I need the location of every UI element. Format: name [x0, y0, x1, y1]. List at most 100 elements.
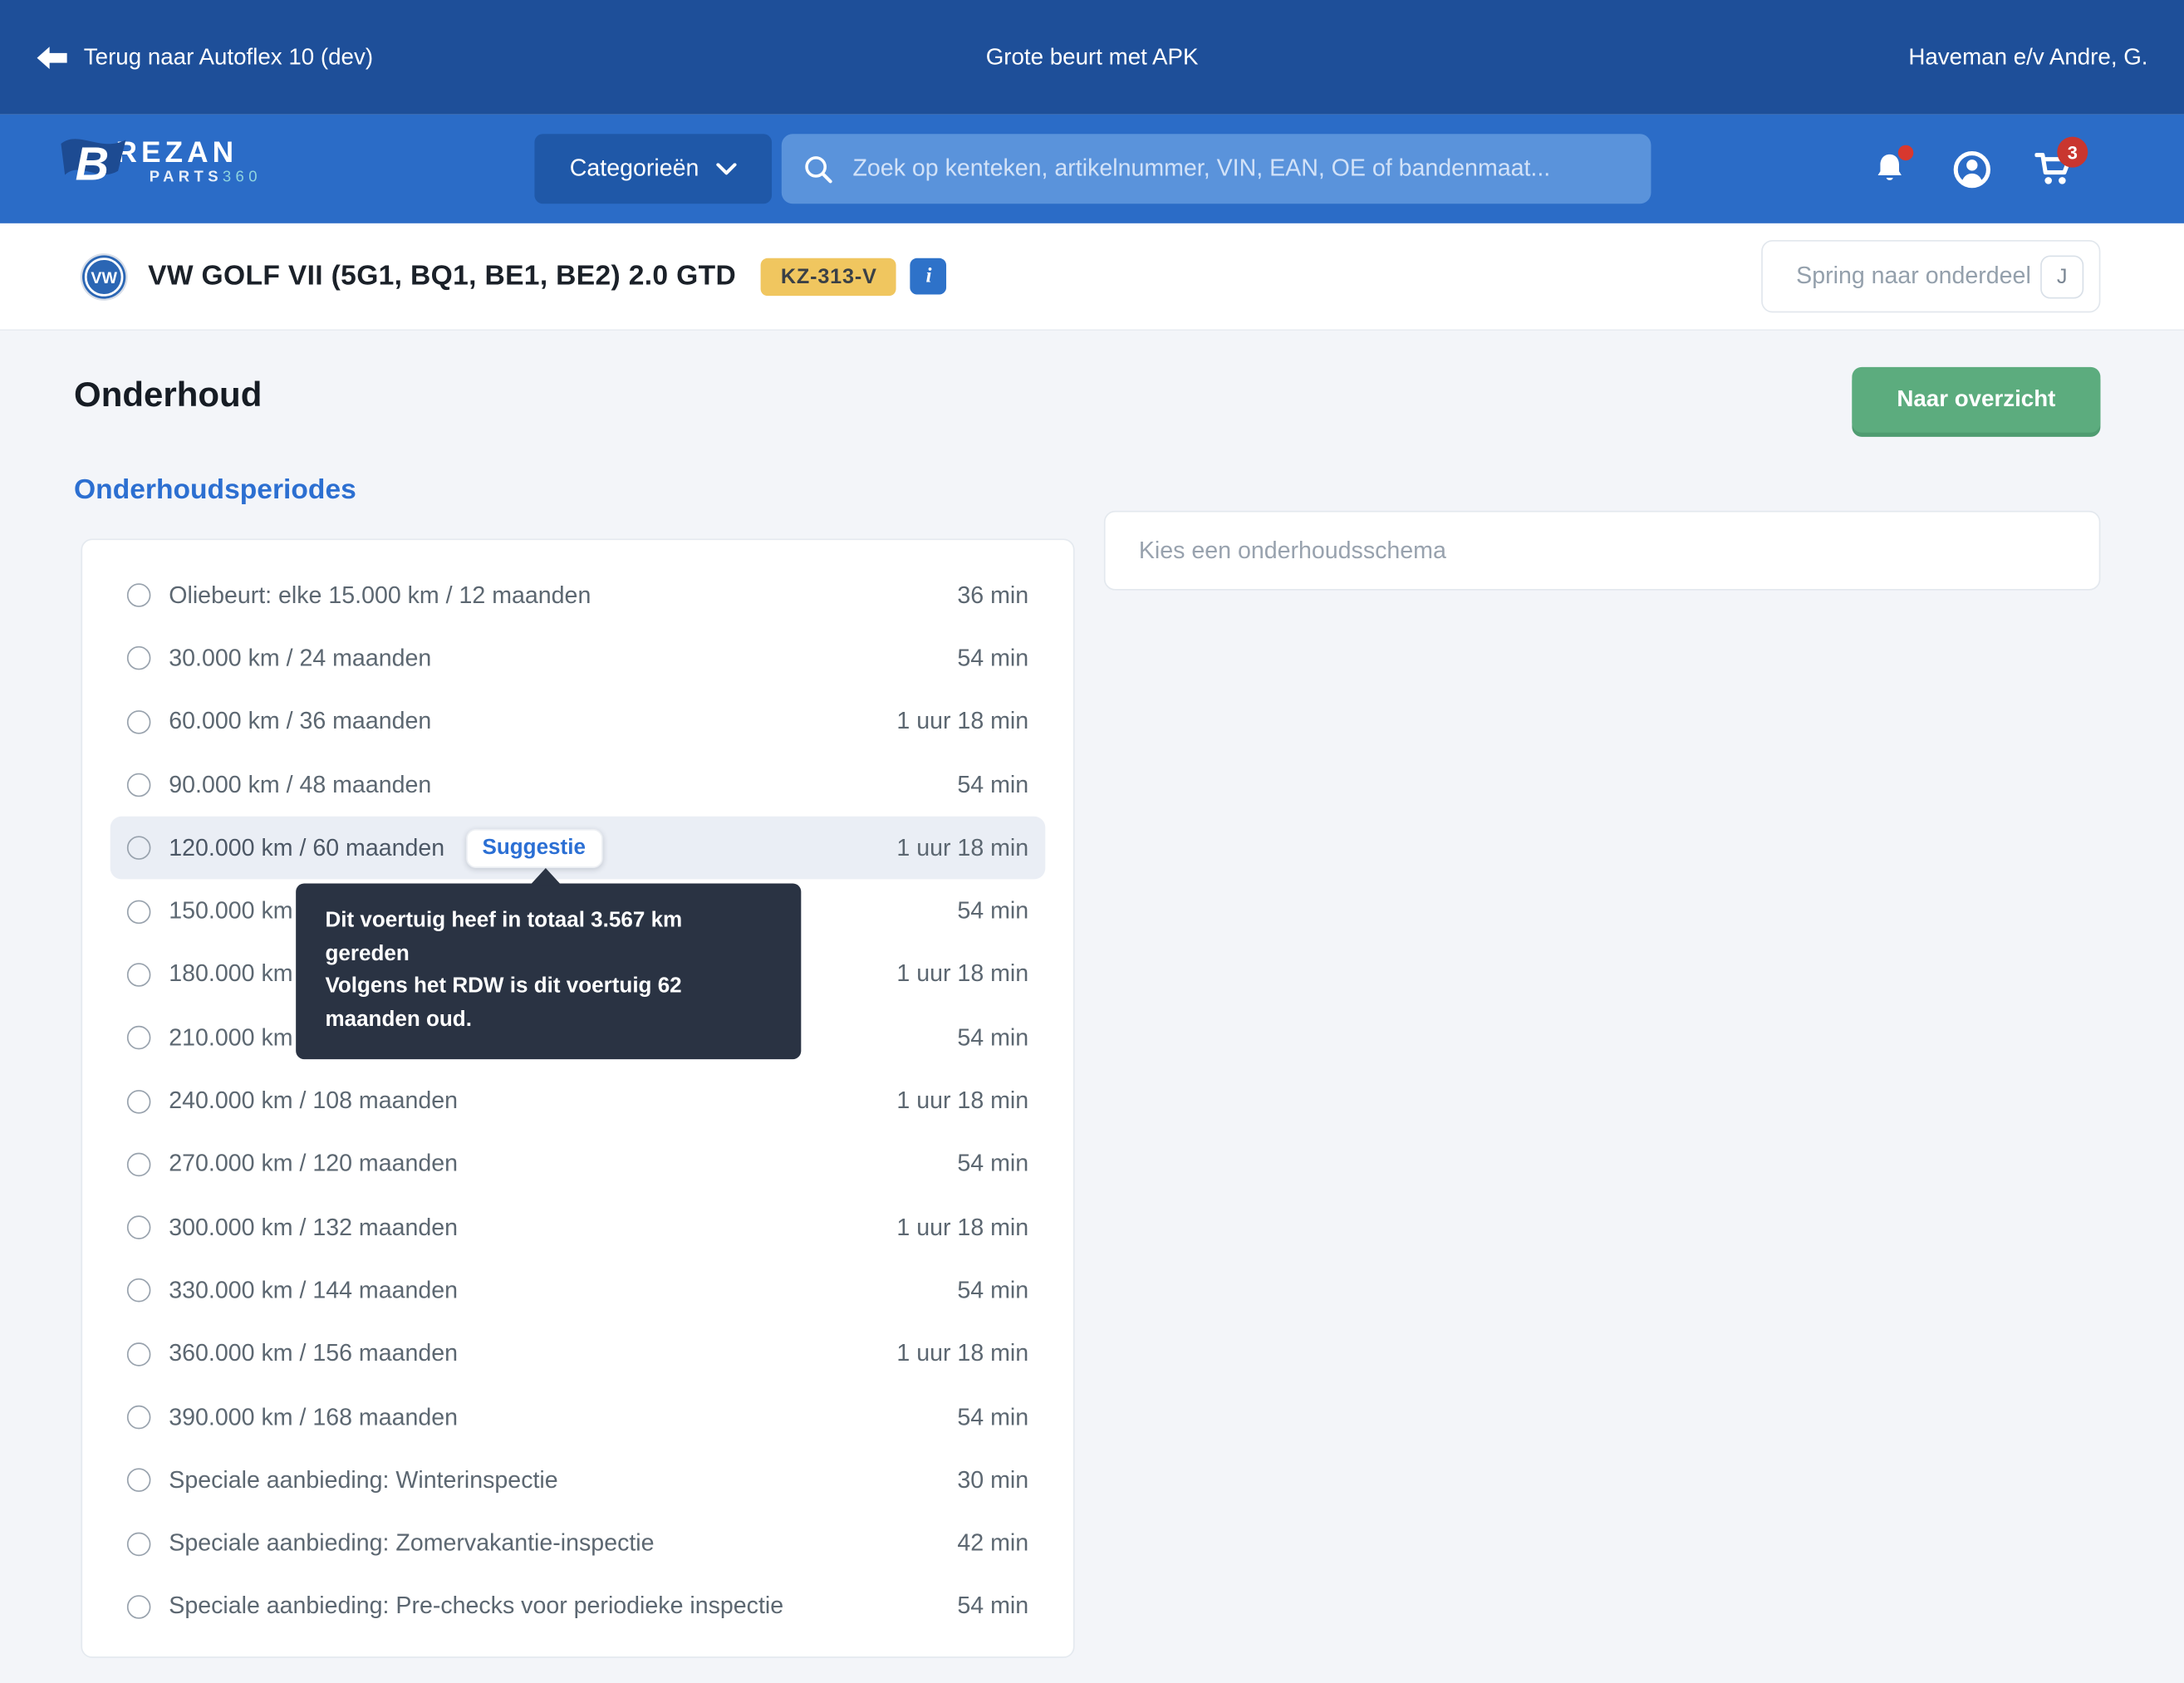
period-row[interactable]: 90.000 km / 48 maanden 54 min [110, 753, 1046, 817]
categories-label: Categorieën [570, 155, 699, 183]
period-row[interactable]: Speciale aanbieding: Zomervakantie-inspe… [110, 1512, 1046, 1575]
period-duration: 1 uur 18 min [896, 1340, 1028, 1368]
radio-button[interactable] [127, 1595, 151, 1619]
period-duration: 54 min [957, 1593, 1028, 1622]
vehicle-info-button[interactable]: i [910, 258, 947, 295]
cart-button[interactable]: 3 [2034, 150, 2074, 189]
radio-button[interactable] [127, 1152, 151, 1176]
to-overview-button[interactable]: Naar overzicht [1852, 367, 2100, 433]
radio-button[interactable] [127, 1406, 151, 1430]
radio-button[interactable] [127, 773, 151, 797]
radio-button[interactable] [127, 963, 151, 987]
back-arrow-icon [37, 46, 69, 70]
period-row[interactable]: 120.000 km / 60 maanden Suggestie 1 uur … [110, 817, 1046, 880]
period-label: 90.000 km / 48 maanden [169, 771, 431, 799]
logo-flag-icon: B [56, 130, 128, 194]
back-link[interactable]: Terug naar Autoflex 10 (dev) [37, 44, 373, 71]
radio-button[interactable] [127, 1026, 151, 1050]
period-row[interactable]: 390.000 km / 168 maanden 54 min [110, 1386, 1046, 1449]
search-bar[interactable] [782, 134, 1651, 204]
tooltip-arrow [530, 868, 561, 885]
vehicle-bar: VW VW GOLF VII (5G1, BQ1, BE1, BE2) 2.0 … [0, 223, 2184, 331]
period-row[interactable]: 360.000 km / 156 maanden 1 uur 18 min [110, 1322, 1046, 1386]
svg-text:VW: VW [91, 268, 117, 287]
logo-brand-text: REZAN [115, 138, 238, 167]
suggestion-tooltip: Dit voertuig heef in totaal 3.567 km ger… [296, 883, 801, 1059]
period-list: Oliebeurt: elke 15.000 km / 12 maanden 3… [110, 564, 1046, 1639]
order-title: Grote beurt met APK [986, 44, 1199, 71]
logo-text: REZAN PARTS360 [115, 138, 261, 188]
radio-button[interactable] [127, 1342, 151, 1367]
jump-to-part-button[interactable]: Spring naar onderdeel J [1761, 240, 2100, 312]
period-label: 360.000 km / 156 maanden [169, 1340, 458, 1368]
period-duration: 54 min [957, 897, 1028, 925]
period-label: Speciale aanbieding: Zomervakantie-inspe… [169, 1529, 654, 1558]
period-row[interactable]: 330.000 km / 144 maanden 54 min [110, 1259, 1046, 1322]
period-duration: 1 uur 18 min [896, 834, 1028, 862]
radio-button[interactable] [127, 1469, 151, 1493]
period-row[interactable]: 240.000 km / 108 maanden 1 uur 18 min [110, 1070, 1046, 1133]
search-icon [804, 155, 833, 184]
period-row[interactable]: 300.000 km / 132 maanden 1 uur 18 min [110, 1196, 1046, 1259]
page-title: Onderhoud [74, 375, 262, 416]
suggestion-badge[interactable]: Suggestie [465, 829, 602, 868]
back-label: Terug naar Autoflex 10 (dev) [84, 44, 373, 71]
period-label: 30.000 km / 24 maanden [169, 645, 431, 673]
user-icon [1952, 149, 1991, 189]
period-duration: 36 min [957, 581, 1028, 610]
period-duration: 1 uur 18 min [896, 1214, 1028, 1242]
license-plate-badge: KZ-313-V [761, 258, 896, 295]
period-duration: 54 min [957, 1151, 1028, 1179]
period-row[interactable]: 270.000 km / 120 maanden 54 min [110, 1133, 1046, 1196]
period-row[interactable]: Speciale aanbieding: Winterinspectie 30 … [110, 1449, 1046, 1512]
vw-logo-icon: VW [80, 252, 129, 301]
period-row[interactable]: 60.000 km / 36 maanden 1 uur 18 min [110, 690, 1046, 753]
radio-button[interactable] [127, 1279, 151, 1303]
period-row[interactable]: Speciale aanbieding: Pre-checks voor per… [110, 1575, 1046, 1638]
main-navbar: B REZAN PARTS360 Categorieën [0, 115, 2184, 223]
account-button[interactable] [1952, 150, 1991, 189]
radio-button[interactable] [127, 900, 151, 924]
notification-dot [1898, 145, 1913, 160]
period-label: Speciale aanbieding: Pre-checks voor per… [169, 1593, 783, 1622]
radio-button[interactable] [127, 837, 151, 861]
period-row[interactable]: Oliebeurt: elke 15.000 km / 12 maanden 3… [110, 564, 1046, 627]
period-label: 240.000 km / 108 maanden [169, 1087, 458, 1116]
logo-b: B [76, 138, 110, 190]
notifications-button[interactable] [1870, 150, 1909, 189]
radio-button[interactable] [127, 710, 151, 734]
radio-button[interactable] [127, 647, 151, 671]
period-duration: 1 uur 18 min [896, 1087, 1028, 1116]
radio-button[interactable] [127, 583, 151, 607]
period-duration: 54 min [957, 645, 1028, 673]
search-input[interactable] [850, 154, 1628, 184]
tooltip-line-2: Volgens het RDW is dit voertuig 62 maand… [325, 970, 772, 1036]
period-label: 390.000 km / 168 maanden [169, 1403, 458, 1431]
shortcut-key-badge: J [2040, 255, 2083, 298]
period-duration: 54 min [957, 771, 1028, 799]
period-duration: 54 min [957, 1024, 1028, 1052]
radio-button[interactable] [127, 1532, 151, 1556]
period-row[interactable]: 30.000 km / 24 maanden 54 min [110, 627, 1046, 690]
brezan-logo[interactable]: B REZAN PARTS360 [56, 130, 262, 194]
period-duration: 30 min [957, 1466, 1028, 1494]
schema-select[interactable]: Kies een onderhoudsschema [1104, 511, 2101, 591]
main-content: Onderhoud Naar overzicht Onderhoudsperio… [0, 331, 2184, 1683]
schema-select-placeholder: Kies een onderhoudsschema [1139, 537, 1446, 565]
radio-button[interactable] [127, 1089, 151, 1113]
period-label: 270.000 km / 120 maanden [169, 1151, 458, 1179]
period-label: Oliebeurt: elke 15.000 km / 12 maanden [169, 581, 591, 610]
period-label: Speciale aanbieding: Winterinspectie [169, 1466, 557, 1494]
radio-button[interactable] [127, 1215, 151, 1239]
top-context-bar: Terug naar Autoflex 10 (dev) Grote beurt… [0, 0, 2184, 115]
categories-button[interactable]: Categorieën [534, 134, 772, 204]
period-duration: 1 uur 18 min [896, 708, 1028, 736]
period-label: 300.000 km / 132 maanden [169, 1214, 458, 1242]
customer-name: Haveman e/v Andre, G. [1908, 44, 2147, 71]
period-duration: 54 min [957, 1403, 1028, 1431]
page-header: Onderhoud Naar overzicht [74, 367, 2100, 433]
period-duration: 1 uur 18 min [896, 961, 1028, 989]
navbar-icons: 3 [1870, 115, 2074, 223]
chevron-down-icon [716, 163, 737, 175]
maintenance-periods-card: Oliebeurt: elke 15.000 km / 12 maanden 3… [81, 538, 1074, 1657]
